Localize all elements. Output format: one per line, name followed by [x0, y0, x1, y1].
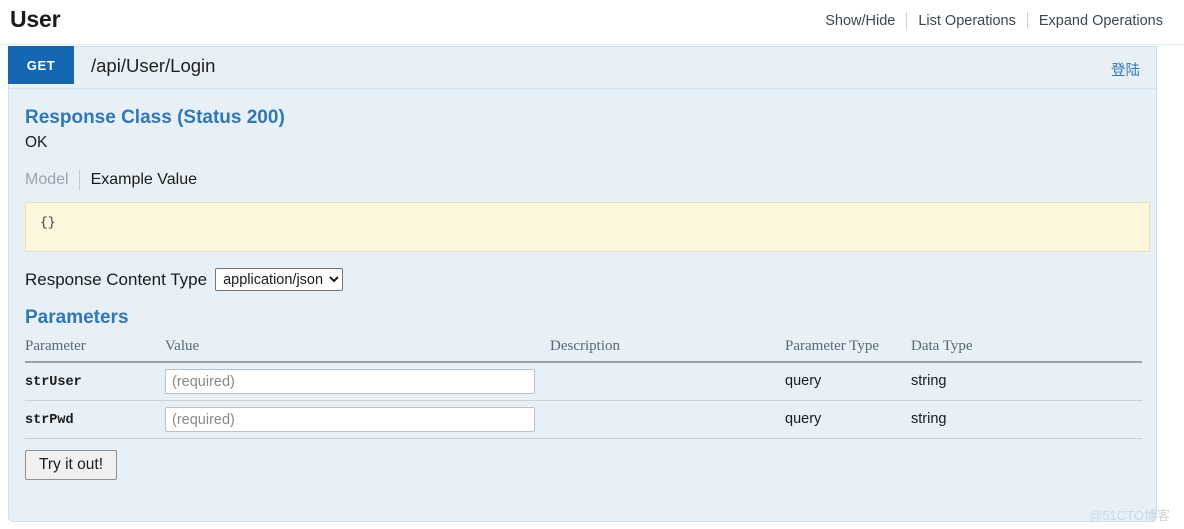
table-row: strUser query string: [25, 362, 1142, 402]
operation-heading[interactable]: GET /api/User/Login 登陆: [8, 46, 1156, 89]
column-header-description: Description: [550, 338, 785, 364]
submit-row: Try it out!: [25, 450, 1140, 481]
list-operations-link[interactable]: List Operations: [907, 13, 1027, 29]
operation-block: GET /api/User/Login 登陆 Response Class (S…: [8, 46, 1157, 522]
parameter-description-cell: [550, 400, 785, 440]
column-header-value: Value: [165, 338, 550, 364]
swagger-page: User Show/Hide List Operations Expand Op…: [0, 0, 1184, 529]
response-class-section: Response Class (Status 200) OK Model Exa…: [25, 89, 1150, 291]
operation-summary[interactable]: 登陆: [1111, 59, 1140, 80]
parameter-value-input[interactable]: [165, 407, 535, 433]
response-class-heading[interactable]: Response Class (Status 200): [25, 107, 1140, 129]
parameters-heading: Parameters: [25, 307, 129, 328]
parameter-type: query: [785, 411, 822, 428]
model-tabs: Model Example Value: [25, 170, 1140, 190]
response-content-type-select[interactable]: application/json: [215, 268, 344, 291]
operation-path[interactable]: /api/User/Login: [91, 55, 215, 77]
expand-operations-link[interactable]: Expand Operations: [1028, 13, 1174, 29]
table-header-row: Parameter Value Description Parameter Ty…: [25, 338, 1142, 364]
example-value-code: {}: [25, 202, 1150, 252]
parameters-table: Parameter Value Description Parameter Ty…: [25, 338, 1142, 440]
parameter-type-cell: query: [785, 400, 911, 440]
tab-model[interactable]: Model: [25, 171, 79, 189]
operation-body: Response Class (Status 200) OK Model Exa…: [9, 89, 1156, 481]
response-content-type-row: Response Content Type application/json: [25, 268, 1140, 291]
parameter-name-cell: strUser: [25, 362, 165, 402]
parameter-value-input[interactable]: [165, 369, 535, 395]
show-hide-link[interactable]: Show/Hide: [814, 13, 906, 29]
data-type: string: [911, 373, 947, 390]
try-it-out-button[interactable]: Try it out!: [25, 450, 118, 481]
parameter-value-cell: [165, 400, 550, 440]
data-type-cell: string: [911, 362, 1142, 402]
column-header-parameter-type: Parameter Type: [785, 338, 911, 364]
parameter-name: strPwd: [25, 413, 74, 429]
data-type: string: [911, 411, 947, 428]
column-header-parameter: Parameter: [25, 338, 165, 364]
table-row: strPwd query string: [25, 400, 1142, 440]
parameter-type-cell: query: [785, 362, 911, 402]
watermark: @51CTO博客: [1089, 508, 1170, 523]
http-method-badge[interactable]: GET: [8, 46, 74, 84]
resource-options: Show/Hide List Operations Expand Operati…: [814, 12, 1174, 29]
resource-header: User Show/Hide List Operations Expand Op…: [0, 0, 1184, 45]
parameters-table-head: Parameter Value Description Parameter Ty…: [25, 338, 1142, 364]
parameter-description-cell: [550, 362, 785, 402]
tab-example-value[interactable]: Example Value: [80, 171, 197, 189]
parameters-table-body: strUser query string: [25, 362, 1142, 440]
parameter-name-cell: strPwd: [25, 400, 165, 440]
parameter-type: query: [785, 373, 822, 390]
parameter-name: strUser: [25, 375, 82, 391]
column-header-data-type: Data Type: [911, 338, 1142, 364]
data-type-cell: string: [911, 400, 1142, 440]
page-title: User: [10, 6, 61, 32]
parameter-value-cell: [165, 362, 550, 402]
response-content-type-label: Response Content Type: [25, 269, 208, 289]
response-description: OK: [25, 134, 48, 151]
